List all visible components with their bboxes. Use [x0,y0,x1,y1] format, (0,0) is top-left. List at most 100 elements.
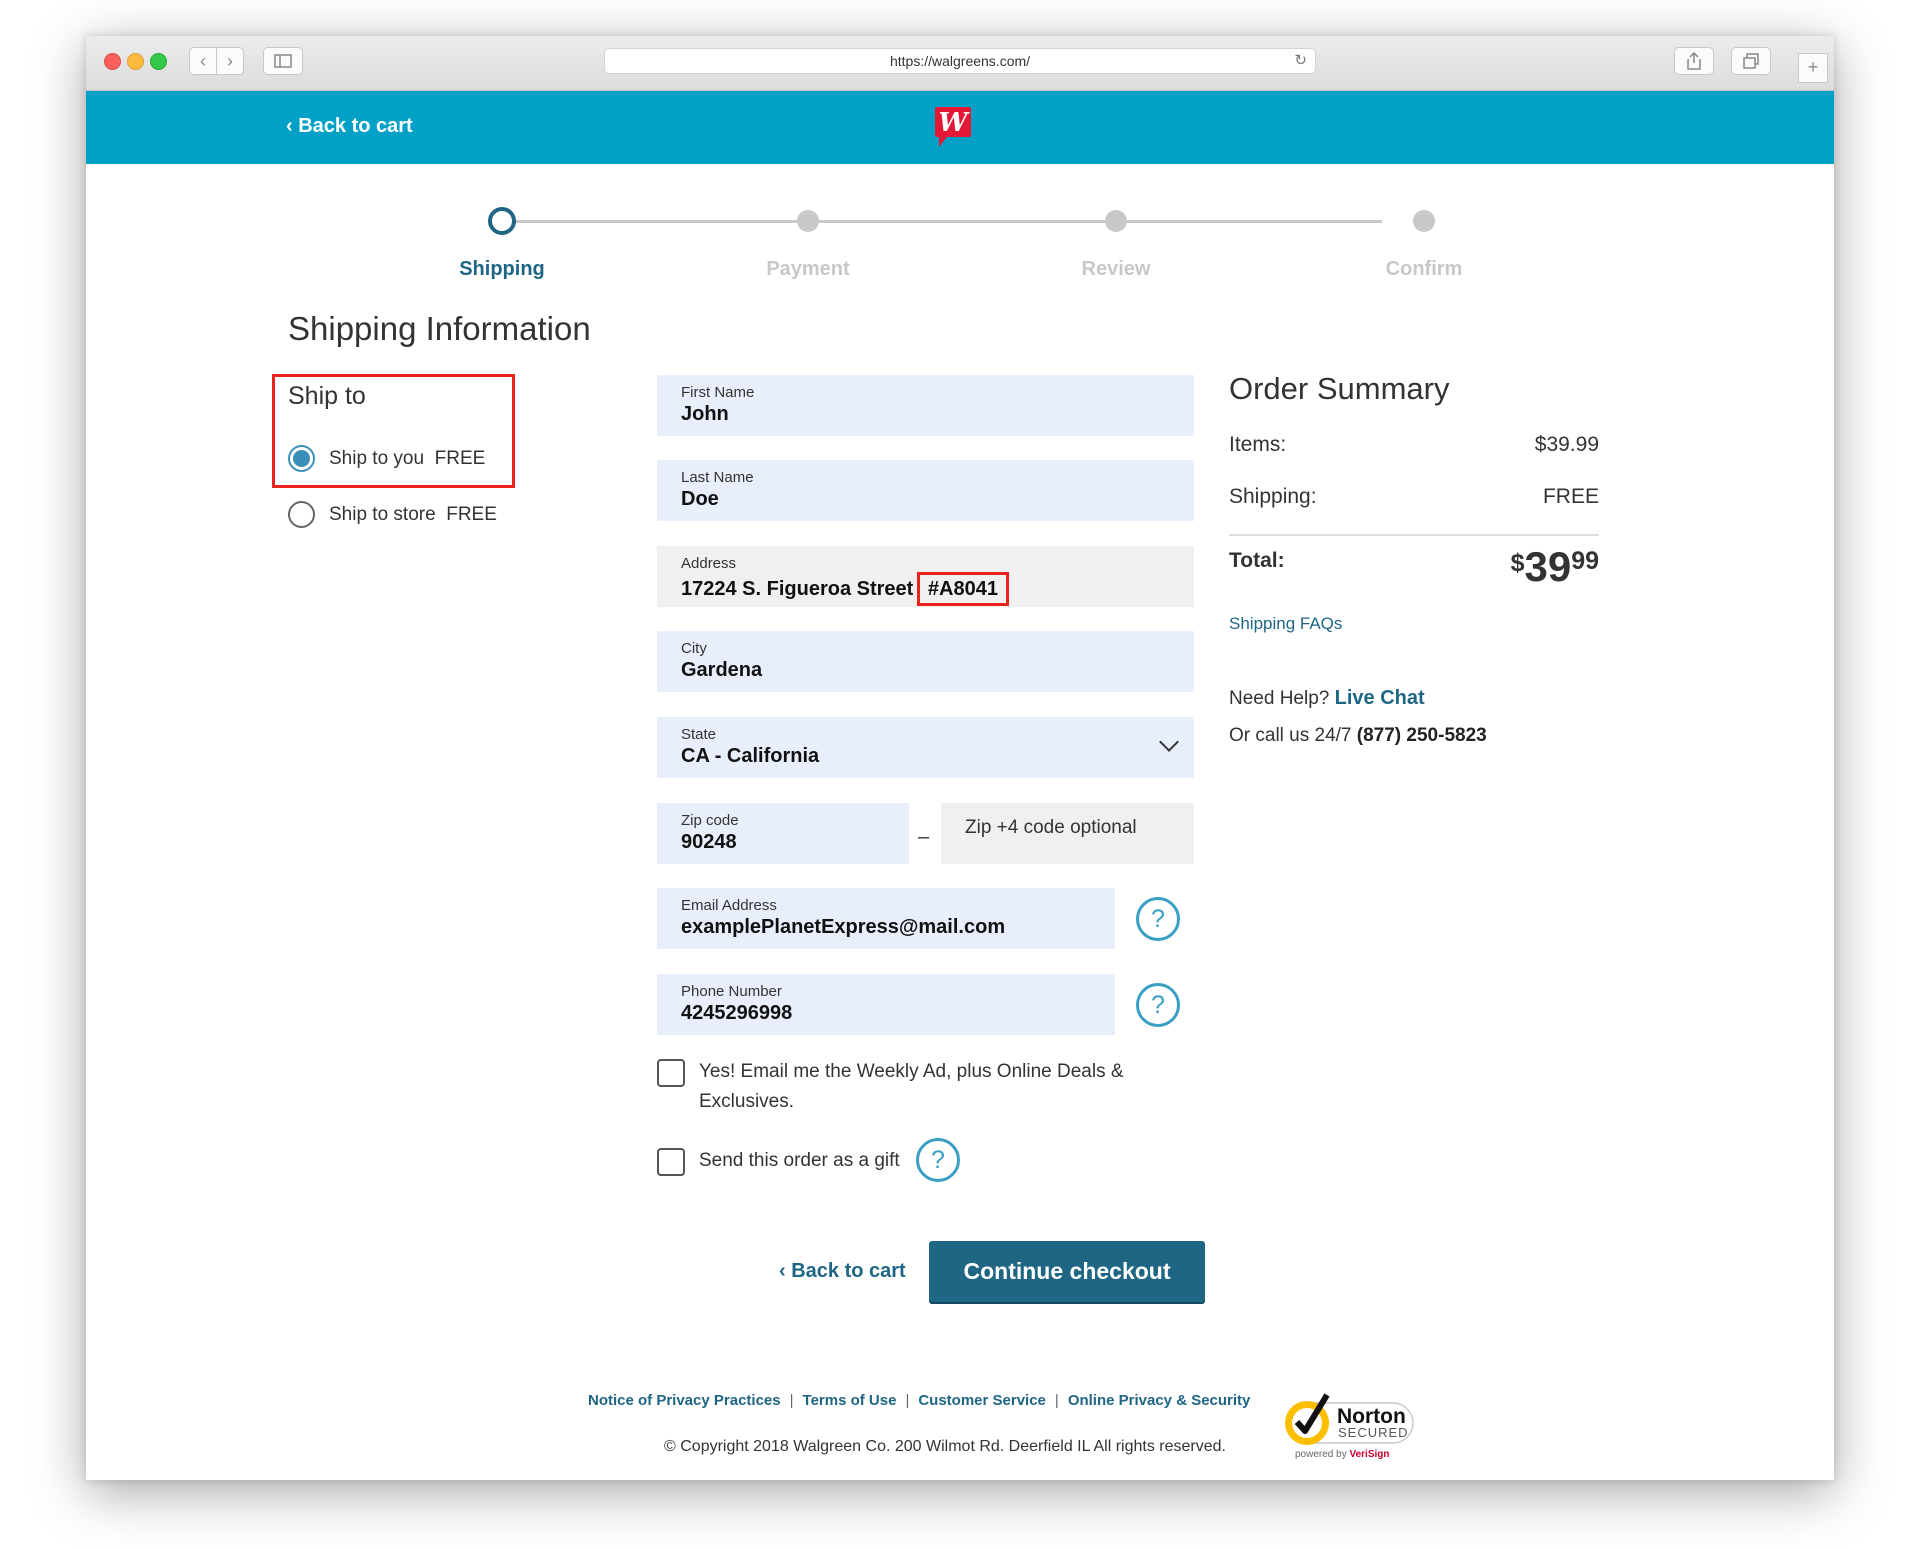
zip-value: 90248 [681,831,737,853]
zip4-placeholder: Zip +4 code optional [965,817,1137,838]
ship-to-store-price: FREE [446,503,497,525]
footer-link-online-privacy[interactable]: Online Privacy & Security [1068,1392,1251,1409]
step-review-dot [1105,210,1127,232]
support-phone[interactable]: (877) 250-5823 [1357,725,1487,746]
email-field[interactable]: Email Address examplePlanetExpress@mail.… [657,888,1115,949]
step-shipping-dot [488,207,516,235]
header-back-to-cart-link[interactable]: ‹ Back to cart [286,115,413,138]
new-tab-icon[interactable]: + [1798,53,1828,83]
state-value: CA - California [681,745,820,767]
city-field[interactable]: City Gardena [657,631,1194,692]
share-icon[interactable] [1674,47,1714,75]
copyright-text: © Copyright 2018 Walgreen Co. 200 Wilmot… [664,1438,1226,1455]
maximize-window-button[interactable] [150,53,167,70]
minimize-window-button[interactable] [127,53,144,70]
zip4-field[interactable]: Zip +4 code optional [941,803,1194,864]
phone-value: 4245296998 [681,1002,793,1024]
walgreens-logo[interactable]: W [931,105,975,156]
forward-arrow-icon[interactable]: › [216,47,244,75]
zip-dash: – [918,826,930,848]
zip-label: Zip code [681,812,739,829]
summary-shipping-value: FREE [1542,485,1599,508]
last-name-value: Doe [681,488,719,510]
summary-items-value: $39.99 [1534,433,1599,456]
tabs-overview-icon[interactable] [1731,47,1771,75]
ship-to-you-price: FREE [434,447,486,469]
close-window-button[interactable] [104,53,121,70]
zip-field[interactable]: Zip code 90248 [657,803,909,864]
last-name-label: Last Name [681,469,754,486]
first-name-value: John [681,403,729,425]
ship-to-store-radio[interactable] [288,501,315,528]
address-field[interactable]: Address 17224 S. Figueroa Street #A8041 [657,546,1194,607]
state-select[interactable]: State CA - California [657,717,1194,778]
norton-powered: powered by [1295,1449,1347,1460]
footer-link-privacy-practices[interactable]: Notice of Privacy Practices [588,1392,781,1409]
phone-help-icon[interactable]: ? [1136,983,1180,1027]
summary-total-price: $ 39 99 [1511,543,1599,591]
footer-link-customer-service[interactable]: Customer Service [918,1392,1046,1409]
need-help-text: Need Help? [1229,688,1330,709]
weekly-ad-label: Yes! Email me the Weekly Ad, plus Online… [699,1061,1124,1112]
email-label: Email Address [681,897,777,914]
back-to-cart-link[interactable]: ‹ Back to cart [779,1260,906,1283]
summary-shipping-label: Shipping: [1229,485,1317,508]
site-header: ‹ Back to cart W [86,91,1834,164]
first-name-field[interactable]: First Name John [657,375,1194,436]
address-label: Address [681,555,737,572]
ship-to-store-option[interactable]: Ship to store FREE [288,501,497,528]
sidebar-icon[interactable] [263,47,303,75]
ship-to-you-radio[interactable] [288,445,315,472]
last-name-field[interactable]: Last Name Doe [657,460,1194,521]
total-currency: $ [1510,549,1525,577]
footer-link-terms[interactable]: Terms of Use [803,1392,897,1409]
email-help-icon[interactable]: ? [1136,897,1180,941]
norton-secured-badge[interactable]: Norton SECURED powered by VeriSign [1277,1385,1417,1468]
weekly-ad-checkbox[interactable] [657,1059,685,1087]
phone-field[interactable]: Phone Number 4245296998 [657,974,1115,1035]
footer-links: Notice of Privacy Practices | Terms of Use… [588,1392,1251,1409]
norton-secured: SECURED [1338,1425,1409,1440]
ship-to-store-label: Ship to store [329,503,436,525]
summary-items-label: Items: [1229,433,1287,456]
step-review-label: Review [1081,258,1151,280]
step-payment-dot [797,210,819,232]
address-bar[interactable]: https://walgreens.com/ ↻ [604,48,1316,74]
gift-help-icon[interactable]: ? [916,1138,960,1182]
continue-checkout-button[interactable]: Continue checkout [929,1241,1205,1302]
weekly-ad-checkbox-row[interactable]: Yes! Email me the Weekly Ad, plus Online… [657,1057,1177,1117]
gift-label: Send this order as a gift [699,1150,900,1171]
address-value: 17224 S. Figueroa Street [681,578,914,600]
total-dollars: 39 [1524,543,1572,590]
summary-divider [1229,534,1599,536]
order-summary-title: Order Summary [1229,371,1450,406]
back-arrow-icon[interactable]: ‹ [189,47,217,75]
ship-to-you-label: Ship to you [329,447,425,469]
city-value: Gardena [681,659,763,681]
step-shipping-label: Shipping [459,258,545,280]
total-cents: 99 [1571,547,1599,575]
step-confirm-label: Confirm [1385,258,1463,280]
progress-line [502,220,1382,223]
summary-shipping-row: Shipping: FREE [1229,485,1599,509]
reload-icon[interactable]: ↻ [1294,49,1307,73]
address-unit-highlight: #A8041 [916,572,1009,606]
norton-verisign: VeriSign [1349,1449,1389,1460]
page-title: Shipping Information [288,310,591,347]
gift-checkbox-row[interactable]: Send this order as a gift [657,1146,900,1176]
svg-text:powered by VeriSign: powered by VeriSign [1295,1449,1390,1460]
ship-to-you-option[interactable]: Ship to you FREE [288,445,485,472]
gift-checkbox[interactable] [657,1148,685,1176]
phone-label: Phone Number [681,983,782,1000]
first-name-label: First Name [681,384,755,401]
browser-toolbar: ‹ › https://walgreens.com/ ↻ + [86,36,1834,91]
ship-to-title: Ship to [288,382,366,410]
url-text: https://walgreens.com/ [889,53,1031,69]
email-value: examplePlanetExpress@mail.com [681,916,1006,938]
browser-window: ‹ › https://walgreens.com/ ↻ + ‹ Back to… [86,36,1834,1480]
call-us-text: Or call us 24/7 [1229,725,1352,746]
call-us-line: Or call us 24/7 (877) 250-5823 [1229,725,1487,747]
live-chat-link[interactable]: Live Chat [1335,687,1425,709]
shipping-faqs-link[interactable]: Shipping FAQs [1229,614,1342,634]
summary-total-label: Total: [1229,549,1285,572]
